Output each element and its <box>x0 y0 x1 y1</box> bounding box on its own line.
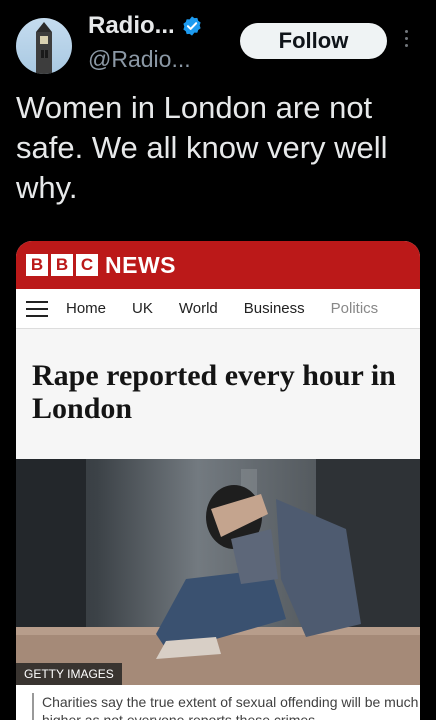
nav-item-world: World <box>178 300 218 317</box>
avatar[interactable] <box>16 18 72 74</box>
follow-button[interactable]: Follow <box>240 23 387 59</box>
bbc-logo-letter: B <box>26 254 48 276</box>
handle[interactable]: @Radio... <box>88 46 191 73</box>
tweet-header: Radio... @Radio... Follow <box>0 0 436 88</box>
clock-tower-avatar-icon <box>36 22 52 74</box>
article-photo: GETTY IMAGES <box>16 459 420 685</box>
article-card[interactable]: B B C NEWS Home UK World Business Politi… <box>16 241 420 720</box>
bbc-logo-letter: C <box>76 254 98 276</box>
nav-item-uk: UK <box>132 300 153 317</box>
caption-text: Charities say the true extent of sexual … <box>32 693 420 720</box>
nav-item-business: Business <box>243 300 305 317</box>
person-on-bed-illustration <box>16 459 420 685</box>
tweet-text: Women in London are not safe. We all kno… <box>16 90 388 205</box>
nav-item-home: Home <box>66 300 107 317</box>
bbc-nav-bar: Home UK World Business Politics <box>16 289 420 329</box>
bbc-logo-letter: B <box>51 254 73 276</box>
bbc-news-banner: B B C NEWS <box>16 241 420 289</box>
bbc-news-label: NEWS <box>105 251 176 278</box>
image-credit: GETTY IMAGES <box>16 663 122 685</box>
menu-icon <box>26 300 48 317</box>
display-name[interactable]: Radio... <box>88 12 175 40</box>
more-options-icon[interactable] <box>402 30 412 50</box>
image-caption: Charities say the true extent of sexual … <box>16 687 420 720</box>
name-row: Radio... <box>88 12 203 40</box>
article-headline: Rape reported every hour in London <box>32 359 396 425</box>
nav-item-politics: Politics <box>330 300 379 317</box>
verified-badge-icon <box>183 16 201 36</box>
headline-area: Rape reported every hour in London <box>16 329 420 459</box>
